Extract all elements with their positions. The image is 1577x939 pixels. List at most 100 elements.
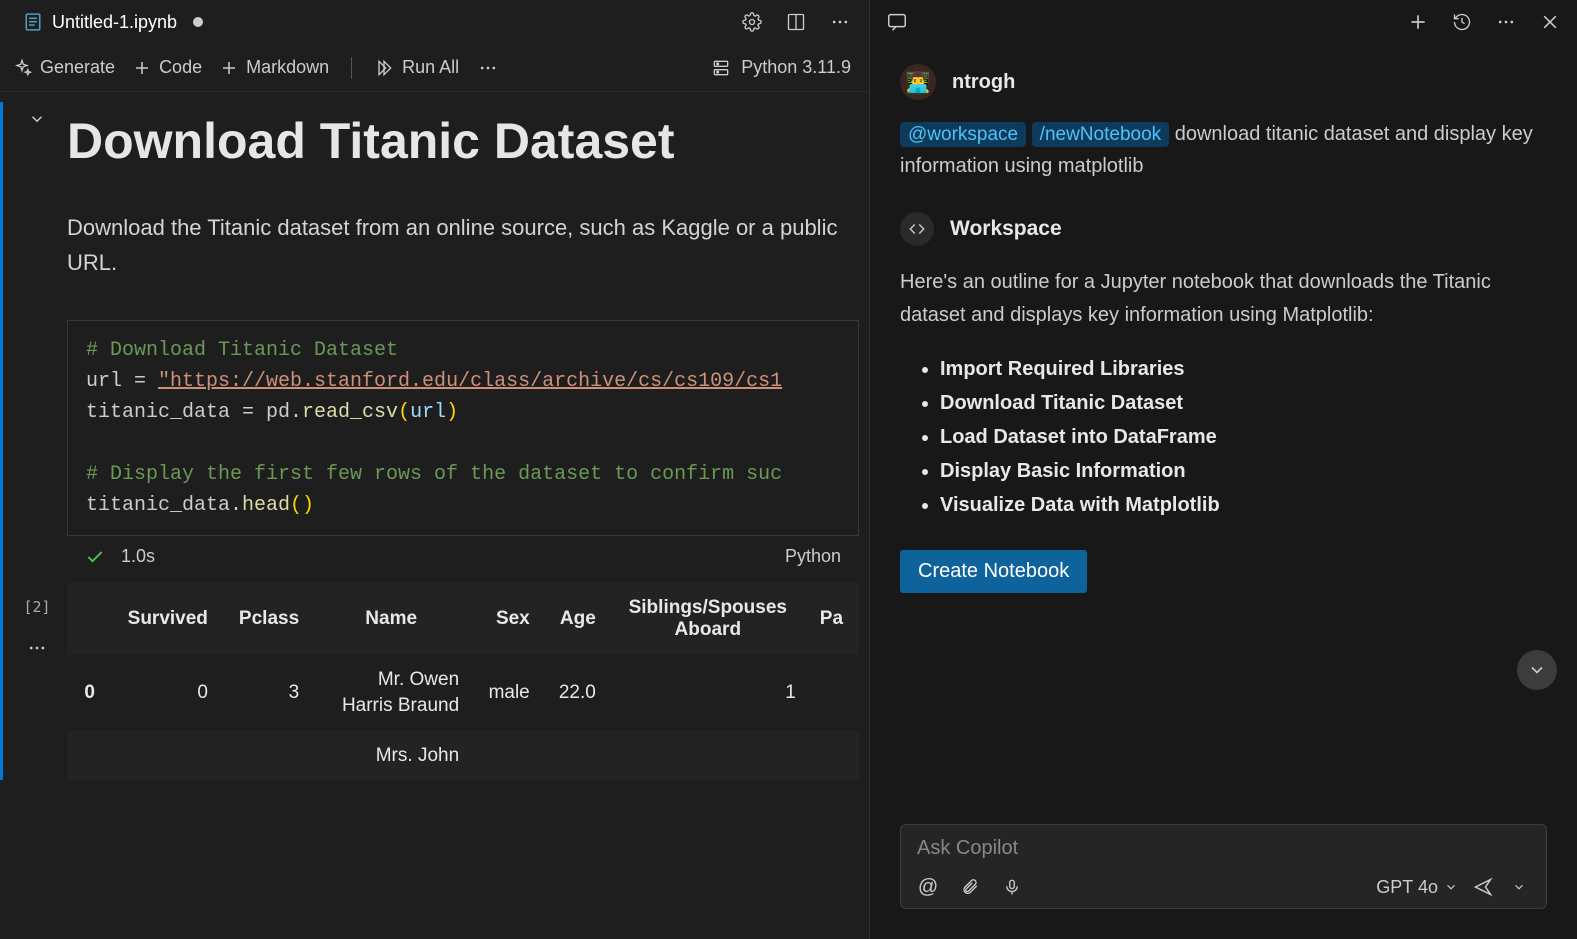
chat-input[interactable]: Ask Copilot @ GPT 4o <box>900 824 1547 909</box>
th: Name <box>311 583 471 655</box>
cell: male <box>471 655 542 730</box>
attach-icon[interactable] <box>959 876 981 898</box>
chat-icon[interactable] <box>886 11 908 33</box>
tab-bar-left: Untitled-1.ipynb <box>12 6 215 39</box>
list-item: Download Titanic Dataset <box>940 386 1547 420</box>
workspace-mention-chip[interactable]: @workspace <box>900 122 1026 147</box>
execution-count: [2] <box>23 598 50 616</box>
tab-bar: Untitled-1.ipynb <box>0 0 869 44</box>
code-comment: # Download Titanic Dataset <box>86 339 398 362</box>
code-cell[interactable]: # Download Titanic Dataset url = "https:… <box>67 320 859 536</box>
generate-button[interactable]: Generate <box>12 57 115 78</box>
cell: 1 <box>608 655 808 730</box>
table-row: Mrs. John <box>67 731 859 781</box>
chevron-down-icon[interactable] <box>1508 876 1530 898</box>
markdown-label: Markdown <box>246 57 329 78</box>
user-message-header: 👨‍💻 ntrogh <box>900 64 1547 100</box>
more-icon[interactable] <box>829 11 851 33</box>
create-notebook-button[interactable]: Create Notebook <box>900 550 1087 593</box>
code-var: url <box>410 401 446 424</box>
slash-command-chip[interactable]: /newNotebook <box>1032 122 1169 147</box>
dirty-indicator-icon <box>193 17 203 27</box>
chat-input-placeholder: Ask Copilot <box>917 837 1530 860</box>
editor-panel: Untitled-1.ipynb Generate <box>0 0 870 939</box>
file-tab[interactable]: Untitled-1.ipynb <box>12 6 215 39</box>
new-chat-icon[interactable] <box>1407 11 1429 33</box>
row-index: 0 <box>67 655 107 730</box>
cell-language[interactable]: Python <box>785 546 841 567</box>
cell <box>471 731 542 781</box>
code-label: Code <box>159 57 202 78</box>
notebook-file-icon <box>24 13 42 31</box>
assistant-header: Workspace <box>900 212 1547 246</box>
history-icon[interactable] <box>1451 11 1473 33</box>
send-icon[interactable] <box>1472 876 1494 898</box>
cell: Mrs. John <box>311 731 471 781</box>
model-selector[interactable]: GPT 4o <box>1376 877 1458 898</box>
cell: Mr. Owen Harris Braund <box>311 655 471 730</box>
th: Age <box>542 583 608 655</box>
code-text: url = <box>86 370 158 393</box>
code-paren: ) <box>446 401 458 424</box>
notebook-body: [2] Download Titanic Dataset Download th… <box>0 92 869 939</box>
add-markdown-button[interactable]: Markdown <box>220 57 329 78</box>
plus-icon <box>133 59 151 77</box>
model-name: GPT 4o <box>1376 877 1438 898</box>
close-icon[interactable] <box>1539 11 1561 33</box>
th: Sex <box>471 583 542 655</box>
code-paren: () <box>290 494 314 517</box>
tab-actions <box>741 11 869 33</box>
success-check-icon <box>85 547 105 567</box>
cell-gutter: [2] <box>7 102 67 780</box>
list-item: Display Basic Information <box>940 454 1547 488</box>
chat-body: 👨‍💻 ntrogh @workspace /newNotebook downl… <box>870 44 1577 810</box>
notebook-toolbar: Generate Code Markdown Run All <box>0 44 869 92</box>
cell-more-icon[interactable] <box>27 638 47 658</box>
chat-panel: 👨‍💻 ntrogh @workspace /newNotebook downl… <box>870 0 1577 939</box>
run-all-button[interactable]: Run All <box>374 57 459 78</box>
code-string: "https://web.stanford.edu/class/archive/… <box>158 370 782 393</box>
chat-input-area: Ask Copilot @ GPT 4o <box>870 810 1577 939</box>
chat-top-bar <box>870 0 1577 44</box>
toolbar-left: Generate Code Markdown Run All <box>12 57 499 79</box>
more-toolbar-icon[interactable] <box>477 57 499 79</box>
code-text: titanic_data = pd. <box>86 401 302 424</box>
split-editor-icon[interactable] <box>785 11 807 33</box>
at-mention-icon[interactable]: @ <box>917 876 939 898</box>
scroll-down-button[interactable] <box>1517 650 1557 690</box>
markdown-text: Download the Titanic dataset from an onl… <box>67 210 859 280</box>
list-item: Import Required Libraries <box>940 352 1547 386</box>
code-brackets-icon <box>900 212 934 246</box>
table-row: 0 0 3 Mr. Owen Harris Braund male 22.0 1 <box>67 655 859 730</box>
execution-status-bar: 1.0s Python <box>67 536 859 577</box>
divider <box>351 57 352 79</box>
username: ntrogh <box>952 71 1015 94</box>
th: Pa <box>808 583 859 655</box>
cell[interactable]: [2] Download Titanic Dataset Download th… <box>0 102 869 780</box>
generate-label: Generate <box>40 57 115 78</box>
server-icon <box>711 58 731 78</box>
cell: 3 <box>220 655 311 730</box>
assistant-text: Here's an outline for a Jupyter notebook… <box>900 266 1547 332</box>
list-item: Visualize Data with Matplotlib <box>940 488 1547 522</box>
cell <box>107 731 220 781</box>
microphone-icon[interactable] <box>1001 876 1023 898</box>
kernel-selector[interactable]: Python 3.11.9 <box>711 57 857 78</box>
output-table: Survived Pclass Name Sex Age Siblings/Sp… <box>67 583 859 780</box>
markdown-heading: Download Titanic Dataset <box>67 112 859 170</box>
cell <box>220 731 311 781</box>
gear-icon[interactable] <box>741 11 763 33</box>
add-code-button[interactable]: Code <box>133 57 202 78</box>
avatar: 👨‍💻 <box>900 64 936 100</box>
outline-list: Import Required Libraries Download Titan… <box>900 352 1547 522</box>
execution-time: 1.0s <box>121 546 155 567</box>
th: Survived <box>107 583 220 655</box>
more-icon[interactable] <box>1495 11 1517 33</box>
chevron-down-icon[interactable] <box>28 110 46 128</box>
code-func: read_csv <box>302 401 398 424</box>
th: Pclass <box>220 583 311 655</box>
tab-filename: Untitled-1.ipynb <box>52 12 177 33</box>
run-all-icon <box>374 58 394 78</box>
table-header-row: Survived Pclass Name Sex Age Siblings/Sp… <box>67 583 859 655</box>
code-text: titanic_data. <box>86 494 242 517</box>
